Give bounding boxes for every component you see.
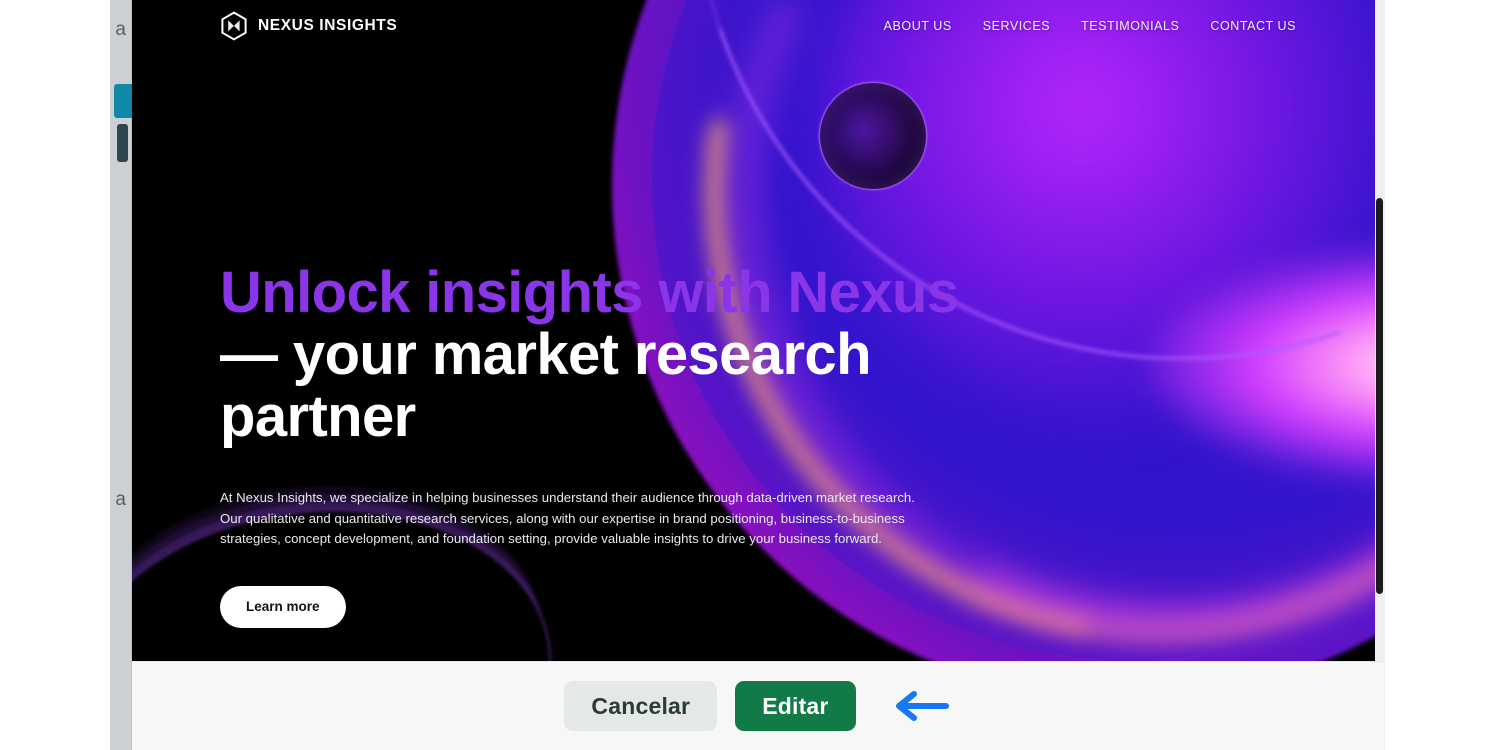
background-app-sliver: a a xyxy=(0,0,132,750)
screen: a a NEXUS INSIGHTS ABOUT US SERVICES TES… xyxy=(0,0,1500,750)
background-glyph-top: a xyxy=(115,19,126,40)
hero-body-text: At Nexus Insights, we specialize in help… xyxy=(220,490,915,547)
nav-link-contact-us[interactable]: CONTACT US xyxy=(1210,19,1296,33)
nav-link-about-us[interactable]: ABOUT US xyxy=(884,19,952,33)
brand-logo[interactable]: NEXUS INSIGHTS xyxy=(220,11,397,41)
nav-link-testimonials[interactable]: TESTIMONIALS xyxy=(1081,19,1179,33)
hero-copy: Unlock insights with Nexus — your market… xyxy=(220,260,960,628)
hero-headline: Unlock insights with Nexus — your market… xyxy=(220,260,960,450)
hexagon-logo-icon xyxy=(221,11,247,41)
cancel-button[interactable]: Cancelar xyxy=(564,681,718,731)
brand-name: NEXUS INSIGHTS xyxy=(258,17,398,34)
small-circle-decoration xyxy=(819,82,927,190)
website-hero-preview: NEXUS INSIGHTS ABOUT US SERVICES TESTIMO… xyxy=(132,0,1384,661)
arrow-left-icon xyxy=(890,686,952,726)
preview-dialog: NEXUS INSIGHTS ABOUT US SERVICES TESTIMO… xyxy=(132,0,1384,750)
background-teal-chip xyxy=(114,84,132,118)
background-glyph-bottom: a xyxy=(115,489,126,510)
learn-more-button[interactable]: Learn more xyxy=(220,585,346,628)
hero-headline-rest: — your market research partner xyxy=(220,322,872,450)
nav-link-services[interactable]: SERVICES xyxy=(983,19,1050,33)
preview-scrollbar-thumb[interactable] xyxy=(1376,198,1383,594)
site-header: NEXUS INSIGHTS ABOUT US SERVICES TESTIMO… xyxy=(132,0,1384,52)
preview-scrollbar[interactable] xyxy=(1375,0,1384,661)
dialog-footer: Cancelar Editar xyxy=(132,661,1384,750)
edit-button[interactable]: Editar xyxy=(735,681,856,731)
site-nav: ABOUT US SERVICES TESTIMONIALS CONTACT U… xyxy=(884,19,1296,33)
background-dark-chip xyxy=(117,124,128,162)
hero-headline-accent: Unlock insights with Nexus xyxy=(220,260,959,325)
